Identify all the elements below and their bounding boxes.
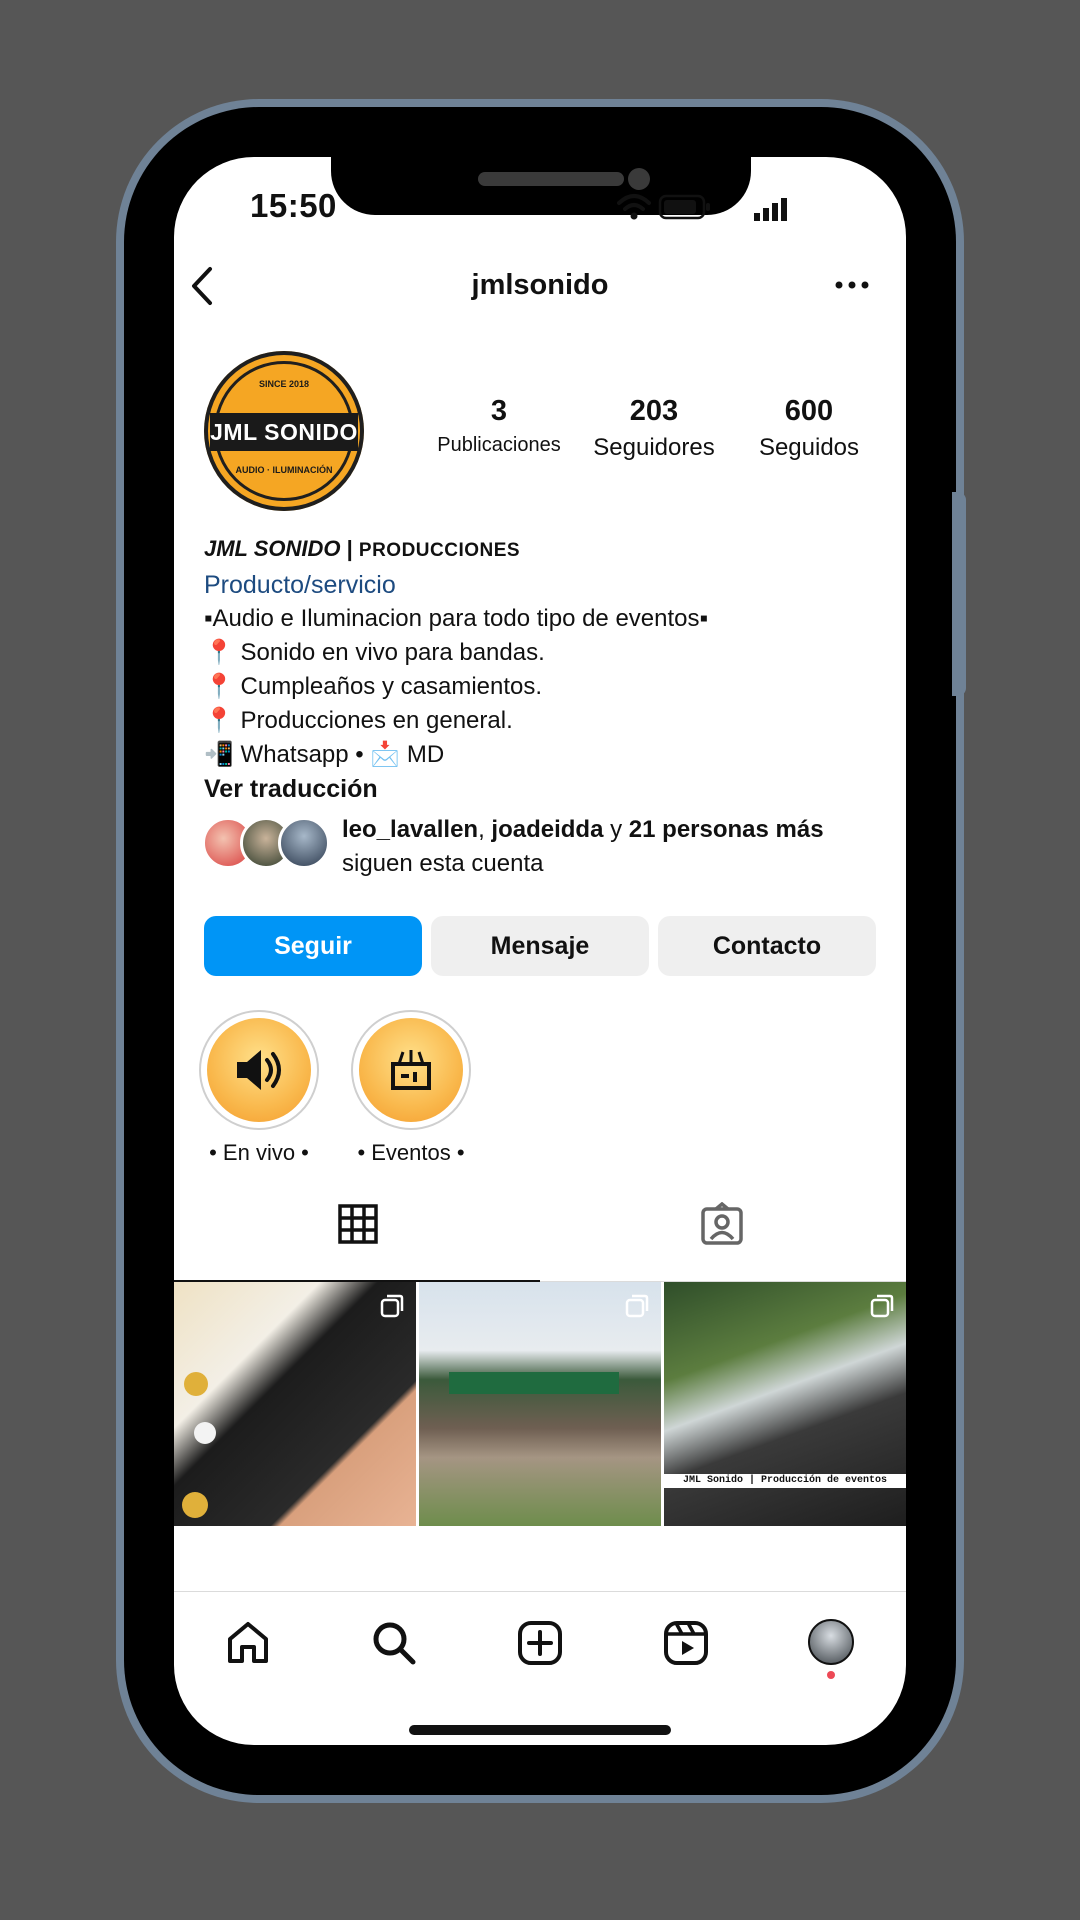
followed-by-text: leo_lavallen, joadeidda y 21 personas má… — [342, 813, 824, 881]
message-button[interactable]: Mensaje — [431, 916, 649, 976]
create-post-icon[interactable] — [516, 1619, 564, 1667]
stage-shape — [449, 1372, 619, 1394]
profile-bio: JML SONIDO | PRODUCCIONES Producto/servi… — [204, 532, 884, 806]
carousel-icon — [625, 1294, 649, 1318]
grid-icon[interactable] — [338, 1204, 378, 1244]
highlight-eventos[interactable] — [351, 1010, 471, 1130]
front-camera — [628, 168, 650, 190]
home-icon[interactable] — [224, 1619, 272, 1667]
party-icon — [391, 1050, 431, 1090]
tagged-icon[interactable] — [700, 1202, 744, 1246]
highlight-label: • En vivo • — [209, 1140, 309, 1165]
profile-tabs — [174, 1200, 906, 1282]
stat-posts-value: 3 — [490, 395, 508, 427]
follower-user-2[interactable]: joadeidda — [491, 816, 603, 843]
profile-tab-avatar[interactable] — [808, 1619, 854, 1665]
screen: 15:50 jmlsonido SINCE 2018 JML SONIDO AU… — [174, 157, 906, 1745]
stat-followers-value: 203 — [629, 395, 679, 427]
phone-side-button — [952, 492, 966, 696]
followed-by-rest: siguen esta cuenta — [342, 850, 544, 877]
contact-button[interactable]: Contacto — [658, 916, 876, 976]
profile-name: JML SONIDO | PRODUCCIONES — [204, 532, 884, 568]
post-thumbnail[interactable] — [174, 1282, 416, 1526]
balloon-shape — [194, 1422, 216, 1444]
bio-line: 📲 Whatsapp • 📩 MD — [204, 741, 445, 768]
stat-following-value: 600 — [784, 395, 834, 427]
profile-category[interactable]: Producto/servicio — [204, 568, 884, 602]
stat-following[interactable]: 600 Seguidos — [739, 395, 879, 462]
logo-bottom-text: AUDIO · ILUMINACIÓN — [235, 465, 333, 475]
bio-line: ▪Audio e Iluminacion para todo tipo de e… — [204, 605, 709, 632]
follow-button[interactable]: Seguir — [204, 916, 422, 976]
highlight-cover — [359, 1018, 463, 1122]
follower-user-1[interactable]: leo_lavallen — [342, 816, 478, 843]
follower-avatar — [278, 817, 330, 869]
speaker — [478, 172, 624, 186]
profile-name-separator: | — [340, 536, 359, 561]
profile-username: jmlsonido — [471, 269, 609, 301]
reels-icon[interactable] — [662, 1619, 710, 1667]
highlight-en-vivo[interactable] — [199, 1010, 319, 1130]
carousel-icon — [380, 1294, 404, 1318]
stat-following-label: Seguidos — [758, 434, 860, 461]
bottom-nav-divider — [174, 1591, 906, 1592]
battery-icon — [658, 194, 710, 220]
followed-by-others[interactable]: 21 personas más — [629, 816, 824, 843]
logo-text: JML SONIDO — [210, 413, 358, 451]
stat-posts[interactable]: 3 Publicaciones — [429, 395, 569, 457]
post-thumbnail[interactable]: JML Sonido | Producción de eventos — [664, 1282, 906, 1526]
balloon-shape — [182, 1492, 208, 1518]
notification-dot — [827, 1671, 835, 1679]
bio-line: 📍 Producciones en general. — [204, 707, 513, 734]
bio-line: 📍 Cumpleaños y casamientos. — [204, 673, 543, 700]
stat-followers-label: Seguidores — [593, 434, 715, 461]
followed-by-comma: , — [478, 816, 492, 843]
stat-followers[interactable]: 203 Seguidores — [579, 395, 729, 462]
post-caption-overlay: JML Sonido | Producción de eventos — [664, 1474, 906, 1488]
profile-name-brand: JML SONIDO — [204, 536, 341, 561]
speaker-icon — [237, 1050, 281, 1090]
search-icon[interactable] — [370, 1619, 418, 1667]
bio-line: 📍 Sonido en vivo para bandas. — [204, 639, 545, 666]
profile-avatar[interactable]: SINCE 2018 JML SONIDO AUDIO · ILUMINACIÓ… — [204, 351, 364, 511]
balloon-shape — [184, 1372, 208, 1396]
post-thumbnail[interactable] — [419, 1282, 661, 1526]
see-translation-link[interactable]: Ver traducción — [204, 772, 884, 806]
logo-top-text: SINCE 2018 — [258, 379, 310, 389]
posts-grid: JML Sonido | Producción de eventos — [174, 1282, 906, 1526]
home-indicator[interactable] — [409, 1725, 671, 1735]
wifi-icon — [617, 194, 651, 220]
followed-by[interactable]: leo_lavallen, joadeidda y 21 personas má… — [202, 816, 902, 877]
more-options-icon[interactable] — [834, 275, 870, 295]
carousel-icon — [870, 1294, 894, 1318]
signal-icon — [754, 198, 787, 221]
profile-name-rest: PRODUCCIONES — [358, 540, 521, 561]
status-time: 15:50 — [250, 187, 337, 224]
highlight-label: • Eventos • — [357, 1140, 465, 1165]
stat-posts-label: Publicaciones — [437, 434, 561, 456]
highlight-cover — [207, 1018, 311, 1122]
followed-by-and: y — [603, 816, 629, 843]
